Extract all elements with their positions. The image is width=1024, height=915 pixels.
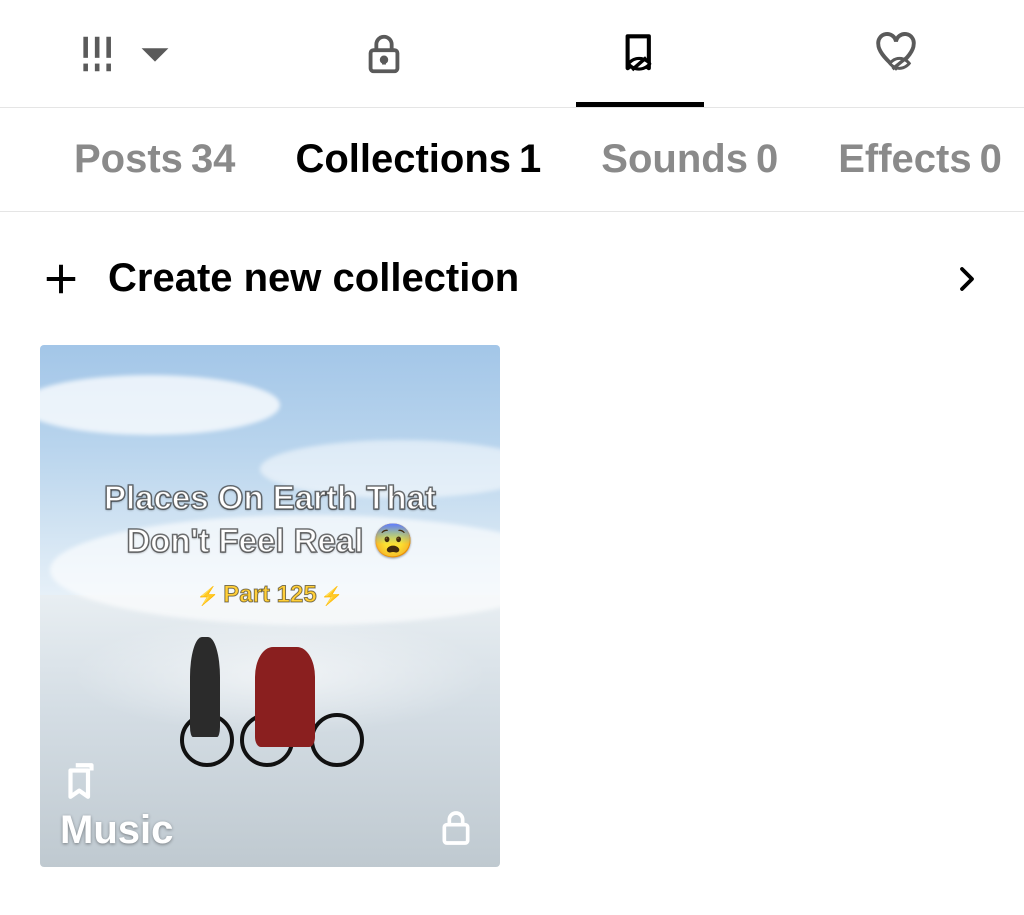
collections-grid: Places On Earth That Don't Feel Real 😨 P…: [0, 345, 1024, 867]
grid-icon: [78, 31, 124, 77]
tab-sounds[interactable]: Sounds0: [601, 137, 778, 182]
tab-count: 34: [191, 137, 236, 181]
collection-privacy: [436, 808, 476, 853]
tab-label: Collections: [295, 137, 511, 181]
thumbnail-subcaption: Part 125: [40, 581, 500, 609]
tab-effects[interactable]: Effects0: [838, 137, 1002, 182]
tab-label: Effects: [838, 137, 971, 181]
profile-icon-tabs: [0, 0, 1024, 108]
collection-name: Music: [60, 808, 173, 852]
chevron-right-icon: [952, 264, 982, 294]
tab-count: 1: [519, 137, 541, 181]
create-collection-label: Create new collection: [108, 256, 952, 301]
bookmark-hidden-icon: [617, 31, 663, 77]
plus-icon: [42, 260, 80, 298]
tab-private[interactable]: [256, 0, 512, 107]
content-type-tabs: Posts34 Collections1 Sounds0 Effects0: [0, 108, 1024, 212]
tab-count: 0: [756, 137, 778, 181]
collection-footer: Music: [60, 760, 173, 853]
tab-liked[interactable]: [768, 0, 1024, 107]
chevron-down-icon: [132, 31, 178, 77]
lock-icon: [436, 808, 476, 848]
tab-count: 0: [980, 137, 1002, 181]
tab-collections[interactable]: Collections1: [295, 137, 541, 182]
create-collection-button[interactable]: Create new collection: [0, 212, 1024, 345]
thumbnail-caption: Places On Earth That Don't Feel Real 😨: [40, 477, 500, 563]
tab-posts[interactable]: Posts34: [74, 137, 235, 182]
collection-card[interactable]: Places On Earth That Don't Feel Real 😨 P…: [40, 345, 500, 867]
tab-label: Sounds: [601, 137, 748, 181]
tab-label: Posts: [74, 137, 183, 181]
heart-hidden-icon: [873, 31, 919, 77]
lock-icon: [361, 31, 407, 77]
collection-bookmark-icon: [60, 760, 102, 802]
tab-grid[interactable]: [0, 0, 256, 107]
tab-saved[interactable]: [512, 0, 768, 107]
